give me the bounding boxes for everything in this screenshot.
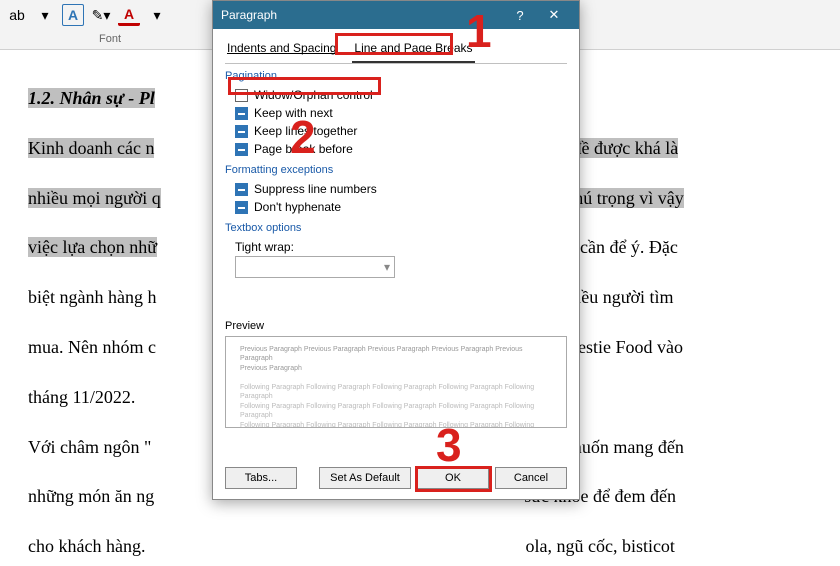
section-textbox: Textbox options	[225, 222, 567, 234]
section-preview: Preview	[225, 320, 567, 332]
doc-text: cho khách hàng.	[28, 536, 145, 556]
checkbox-keep-lines[interactable]	[235, 125, 248, 138]
label-suppress: Suppress line numbers	[254, 182, 377, 196]
checkbox-suppress[interactable]	[235, 183, 248, 196]
anno-box-widow	[228, 77, 381, 95]
doc-text: ola, ngũ cốc, bisticot	[525, 536, 674, 556]
ribbon-font-group: ab ▾ A ✎▾ A ▾ Font	[0, 0, 220, 49]
doc-text: biệt ngành hàng h	[28, 287, 156, 307]
doc-text: mua. Nên nhóm c	[28, 337, 156, 357]
font-color-icon[interactable]: A	[118, 4, 140, 26]
text-effects-icon[interactable]: A	[62, 4, 84, 26]
preview-box: Previous Paragraph Previous Paragraph Pr…	[225, 336, 567, 428]
section-formatting: Formatting exceptions	[225, 164, 567, 176]
doc-text: nhiều mọi người q	[28, 188, 161, 208]
doc-text: Kinh doanh các n	[28, 138, 154, 158]
cancel-button[interactable]: Cancel	[495, 467, 567, 489]
anno-1: 1	[466, 4, 492, 58]
paragraph-dialog: Paragraph ? ✕ Indents and Spacing Line a…	[212, 0, 580, 500]
tab-indents-spacing[interactable]: Indents and Spacing	[225, 37, 338, 63]
label-tightwrap: Tight wrap:	[235, 240, 294, 254]
doc-text: Với châm ngôn "	[28, 437, 151, 457]
clear-format-dropdown-icon[interactable]: ▾	[34, 4, 56, 26]
font-color-dropdown-icon[interactable]: ▾	[146, 4, 168, 26]
chevron-down-icon: ▾	[384, 260, 390, 274]
tightwrap-combo[interactable]: ▾	[235, 256, 395, 278]
anno-2: 2	[290, 110, 316, 164]
dialog-titlebar[interactable]: Paragraph ? ✕	[213, 1, 579, 29]
checkbox-keep-next[interactable]	[235, 107, 248, 120]
checkbox-hyphenate[interactable]	[235, 201, 248, 214]
help-icon[interactable]: ?	[503, 1, 537, 29]
highlight-icon[interactable]: ✎▾	[90, 4, 112, 26]
ab-icon[interactable]: ab	[6, 4, 28, 26]
doc-text: tháng 11/2022.	[28, 387, 135, 407]
anno-3: 3	[436, 418, 462, 472]
set-default-button[interactable]: Set As Default	[319, 467, 411, 489]
label-hyphenate: Don't hyphenate	[254, 200, 341, 214]
tabs-button[interactable]: Tabs...	[225, 467, 297, 489]
font-group-label: Font	[6, 33, 214, 45]
anno-box-tab	[335, 33, 453, 55]
doc-heading: 1.2. Nhân sự - Pl	[28, 88, 155, 108]
close-icon[interactable]: ✕	[537, 1, 571, 29]
doc-text: việc lựa chọn nhữ	[28, 237, 157, 257]
doc-text: những món ăn ng	[28, 486, 154, 506]
checkbox-page-break[interactable]	[235, 143, 248, 156]
dialog-title: Paragraph	[221, 8, 277, 22]
